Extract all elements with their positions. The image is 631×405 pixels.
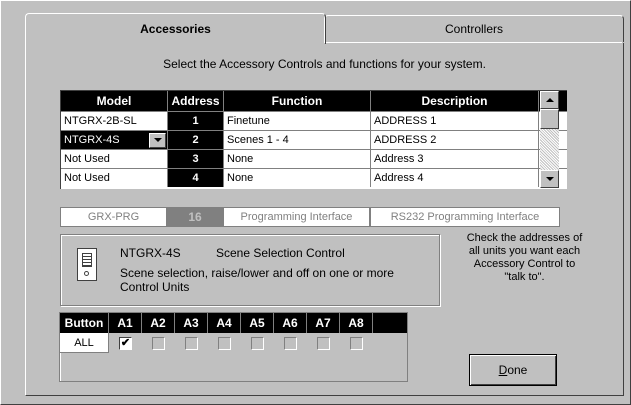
- cell-address: 4: [168, 169, 224, 187]
- keypad-buttons-icon: [82, 253, 92, 267]
- checkbox-a3[interactable]: [185, 336, 198, 350]
- done-button[interactable]: Done: [469, 354, 557, 386]
- cell-function[interactable]: None: [224, 150, 371, 168]
- check-cell-a7: [307, 333, 340, 353]
- check-cell-a8: [340, 333, 373, 353]
- header-a5: A5: [241, 313, 274, 333]
- check-cell-a2: [142, 333, 175, 353]
- done-mnemonic: D: [498, 363, 508, 377]
- table-row[interactable]: Not Used 3 None Address 3: [61, 149, 567, 168]
- chevron-down-icon: [153, 138, 162, 142]
- checkbox-a4[interactable]: [218, 336, 231, 350]
- address-button-grid: Button A1 A2 A3 A4 A5 A6 A7 A8 ALL ✔: [59, 312, 408, 382]
- checkbox-a8[interactable]: [350, 336, 363, 350]
- cell-model[interactable]: Not Used: [61, 150, 168, 168]
- check-cell-a3: [175, 333, 208, 353]
- scroll-thumb[interactable]: [540, 109, 559, 129]
- button-grid-header: Button A1 A2 A3 A4 A5 A6 A7 A8: [60, 313, 407, 333]
- accessory-grid: Model Address Function Description NTGRX…: [60, 90, 567, 189]
- cell-function[interactable]: Finetune: [224, 112, 371, 130]
- checkbox-a1[interactable]: ✔: [119, 336, 132, 350]
- info-model: NTGRX-4S: [120, 246, 181, 260]
- cell-model[interactable]: Not Used: [61, 169, 168, 187]
- row-label-all: ALL: [60, 333, 109, 353]
- table-row[interactable]: NTGRX-2B-SL 1 Finetune ADDRESS 1: [61, 111, 567, 130]
- checkbox-a6[interactable]: [284, 336, 297, 350]
- done-label-rest: one: [507, 363, 528, 377]
- checkbox-a5[interactable]: [251, 336, 264, 350]
- model-dropdown-value: NTGRX-4S: [64, 134, 120, 146]
- cell-description[interactable]: Address 4: [371, 169, 539, 187]
- instruction-text: Select the Accessory Controls and functi…: [163, 57, 486, 71]
- cell-function[interactable]: None: [224, 169, 371, 187]
- programming-interface-row: GRX-PRG 16 Programming Interface RS232 P…: [60, 207, 560, 227]
- dropdown-button[interactable]: [149, 132, 166, 148]
- header-a8: A8: [340, 313, 373, 333]
- cell-function[interactable]: Scenes 1 - 4: [224, 131, 371, 149]
- table-row-selected[interactable]: NTGRX-4S 2 Scenes 1 - 4 ADDRESS 2: [61, 130, 567, 149]
- cell-model[interactable]: NTGRX-2B-SL: [61, 112, 168, 130]
- keypad-device-icon: [77, 248, 97, 281]
- dialog-window: Accessories Controllers Select the Acces…: [0, 0, 631, 405]
- header-a7: A7: [307, 313, 340, 333]
- header-description[interactable]: Description: [371, 91, 539, 111]
- checkbox-a7[interactable]: [317, 336, 330, 350]
- fixed-model: GRX-PRG: [60, 207, 167, 227]
- header-model[interactable]: Model: [61, 91, 168, 111]
- cell-address: 3: [168, 150, 224, 168]
- fixed-address: 16: [167, 207, 223, 227]
- check-cell-a1: ✔: [109, 333, 142, 353]
- keypad-dot-icon: [84, 271, 89, 276]
- help-text: Check the addresses of all units you wan…: [466, 232, 583, 283]
- table-row[interactable]: Not Used 4 None Address 4: [61, 168, 567, 187]
- cell-description[interactable]: ADDRESS 2: [371, 131, 539, 149]
- header-a2: A2: [142, 313, 175, 333]
- tab-controllers-label: Controllers: [444, 22, 504, 36]
- scroll-down-button[interactable]: [540, 170, 559, 188]
- accessories-panel: Select the Accessory Controls and functi…: [25, 43, 624, 396]
- tab-controllers[interactable]: Controllers: [324, 15, 624, 42]
- fixed-description: RS232 Programming Interface: [370, 207, 560, 227]
- header-a1: A1: [109, 313, 142, 333]
- cell-description[interactable]: Address 3: [371, 150, 539, 168]
- cell-description[interactable]: ADDRESS 1: [371, 112, 539, 130]
- grid-scrollbar[interactable]: [540, 91, 559, 188]
- model-dropdown[interactable]: NTGRX-4S: [61, 131, 168, 149]
- tab-accessories-label: Accessories: [140, 22, 211, 36]
- cell-address: 2: [168, 131, 224, 149]
- info-name: Scene Selection Control: [216, 246, 345, 260]
- cell-address: 1: [168, 112, 224, 130]
- header-address[interactable]: Address: [168, 91, 224, 111]
- header-a3: A3: [175, 313, 208, 333]
- checkbox-a2[interactable]: [152, 336, 165, 350]
- check-cell-a5: [241, 333, 274, 353]
- arrow-up-icon: [545, 98, 554, 102]
- accessory-info-box: NTGRX-4S Scene Selection Control Scene s…: [60, 234, 440, 306]
- info-description: Scene selection, raise/lower and off on …: [120, 266, 394, 294]
- arrow-down-icon: [545, 177, 554, 181]
- button-row-all: ALL ✔: [60, 333, 407, 353]
- header-function[interactable]: Function: [224, 91, 371, 111]
- scroll-up-button[interactable]: [540, 91, 559, 109]
- header-button: Button: [60, 313, 109, 333]
- check-cell-a4: [208, 333, 241, 353]
- check-cell-a6: [274, 333, 307, 353]
- fixed-function: Programming Interface: [223, 207, 370, 227]
- header-a4: A4: [208, 313, 241, 333]
- tab-accessories[interactable]: Accessories: [25, 13, 326, 44]
- grid-header: Model Address Function Description: [61, 91, 567, 111]
- header-a6: A6: [274, 313, 307, 333]
